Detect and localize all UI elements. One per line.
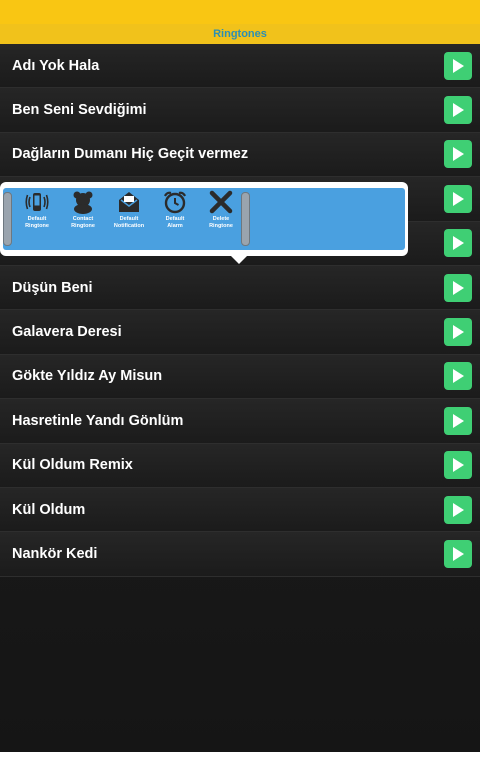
phone-ringing-icon: [25, 193, 49, 211]
ringtone-row[interactable]: Düşün Beni: [0, 265, 480, 311]
action-label-line2: Ringtone: [209, 222, 233, 229]
action-label-line2: Alarm: [167, 222, 183, 229]
play-button[interactable]: [444, 451, 472, 480]
play-icon: [453, 325, 464, 340]
ringtone-row[interactable]: Gökte Yıldız Ay Misun: [0, 354, 480, 400]
play-button[interactable]: [444, 406, 472, 435]
action-label-line2: Notification: [113, 222, 145, 229]
popup-pointer: [231, 256, 247, 264]
play-icon: [453, 236, 464, 251]
play-icon: [453, 280, 464, 295]
navigation-bar: [0, 752, 480, 768]
play-icon: [453, 147, 464, 162]
play-button[interactable]: [444, 362, 472, 391]
play-icon: [453, 369, 464, 384]
play-button[interactable]: [444, 273, 472, 302]
ringtone-title: Kül Oldum Remix: [12, 457, 133, 474]
play-icon: [453, 546, 464, 561]
ringtone-list: Adı Yok Hala Ben Seni Sevdiğimi Dağların…: [0, 44, 480, 752]
app-title-bar: Ringtones: [0, 24, 480, 44]
ringtone-title: Düşün Beni: [12, 279, 93, 296]
play-button[interactable]: [444, 495, 472, 524]
ringtone-title: Dağların Dumanı Hiç Geçit vermez: [12, 146, 249, 163]
ringtone-row[interactable]: Hasretinle Yandı Gönlüm: [0, 399, 480, 444]
ringtone-title: Nankör Kedi: [12, 545, 98, 562]
ringtone-title: Ben Seni Sevdiğimi: [12, 102, 147, 119]
ringtone-row[interactable]: Adı Yok Hala: [0, 44, 480, 89]
action-label-line2: Ringtone: [71, 222, 95, 229]
ringtone-row[interactable]: Kül Oldum Remix: [0, 443, 480, 488]
play-button[interactable]: [444, 51, 472, 80]
ringtone-row[interactable]: Kül Oldum: [0, 487, 480, 533]
play-button[interactable]: [444, 140, 472, 169]
delete-x-icon: [209, 190, 233, 214]
alarm-clock-icon: [164, 191, 186, 214]
ringtone-row[interactable]: Ben Seni Sevdiğimi: [0, 88, 480, 133]
ringtone-title: Hasretinle Yandı Gönlüm: [12, 412, 184, 429]
play-icon: [453, 58, 464, 73]
ringtone-row[interactable]: Dağların Dumanı Hiç Geçit vermez: [0, 132, 480, 178]
play-button[interactable]: [444, 229, 472, 258]
ringtone-row[interactable]: Galavera Deresi: [0, 310, 480, 355]
action-label-line2: Ringtone: [25, 222, 49, 229]
play-icon: [453, 502, 464, 517]
ringtone-title: Kül Oldum: [12, 501, 86, 518]
play-button[interactable]: [444, 96, 472, 125]
play-icon: [453, 191, 464, 206]
scroll-left-handle[interactable]: [3, 192, 12, 246]
set-contact-ringtone-button[interactable]: Contact Ringtone: [60, 190, 106, 229]
ringtone-title: Adı Yok Hala: [12, 57, 100, 74]
set-default-alarm-button[interactable]: Default Alarm: [152, 190, 198, 229]
play-icon: [453, 103, 464, 118]
ringtone-title: Galavera Deresi: [12, 324, 122, 341]
set-default-ringtone-button[interactable]: Default Ringtone: [14, 190, 60, 229]
play-button[interactable]: [444, 539, 472, 568]
play-icon: [453, 458, 464, 473]
ringtone-row[interactable]: Nankör Kedi: [0, 532, 480, 577]
app-title: Ringtones: [213, 28, 267, 40]
play-button[interactable]: [444, 318, 472, 347]
set-default-notification-button[interactable]: Default Notification: [106, 190, 152, 229]
play-button[interactable]: [444, 184, 472, 213]
ringtone-action-popup: Default Ringtone Contact Ringtone Defaul…: [0, 182, 408, 256]
ringtone-title: Gökte Yıldız Ay Misun: [12, 368, 163, 385]
popup-actions: Default Ringtone Contact Ringtone Defaul…: [14, 190, 244, 229]
play-icon: [453, 413, 464, 428]
contact-bear-icon: [73, 191, 93, 214]
envelope-icon: [119, 192, 139, 212]
status-bar: [0, 0, 480, 24]
delete-ringtone-button[interactable]: Delete Ringtone: [198, 190, 244, 229]
